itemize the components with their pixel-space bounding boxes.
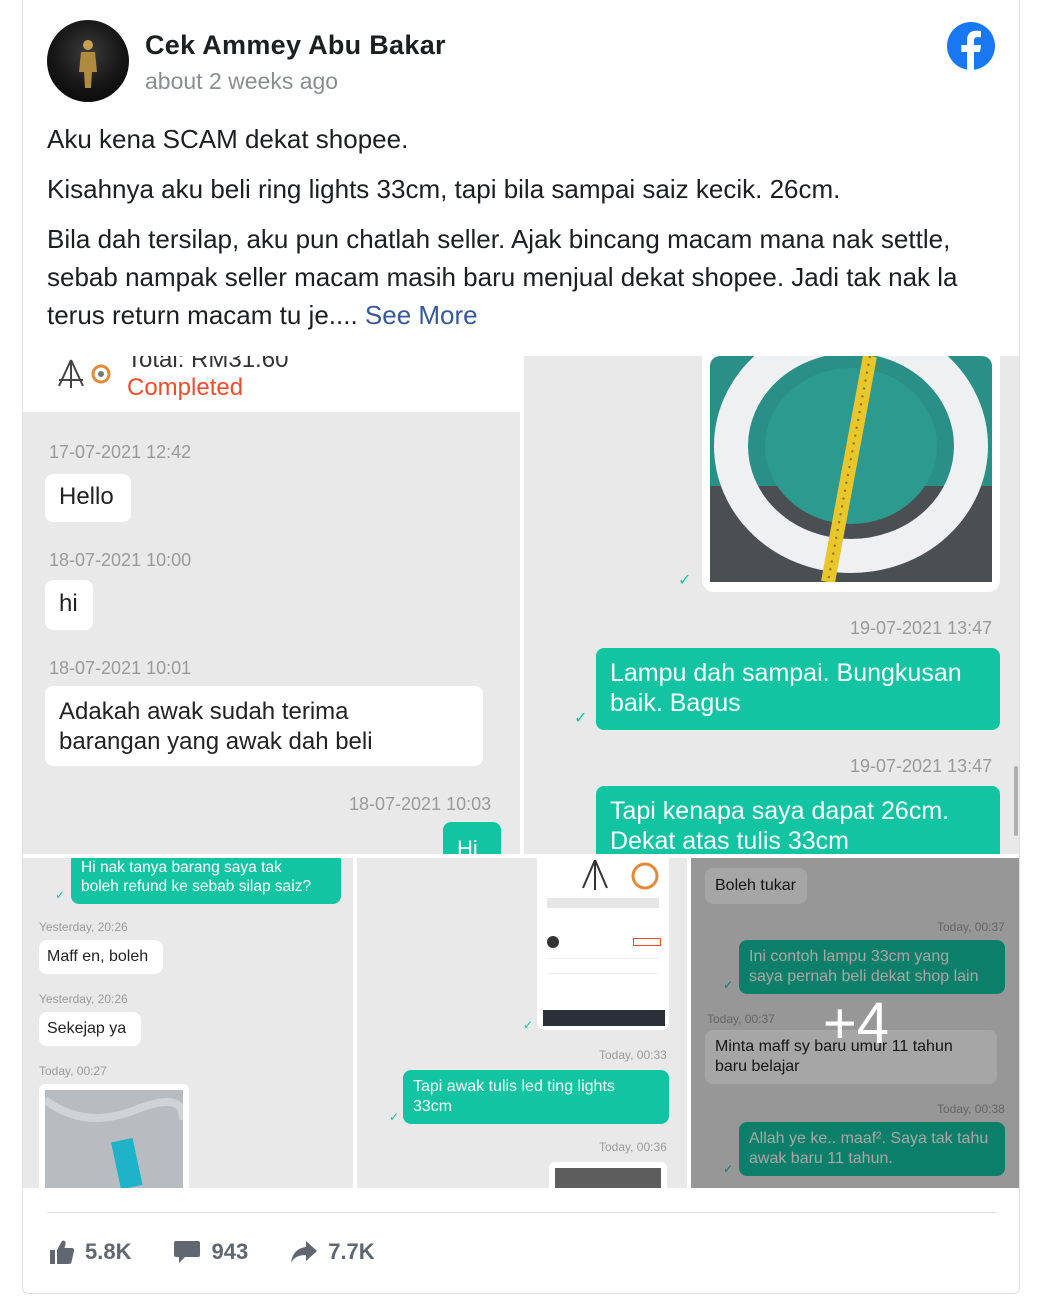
author-name[interactable]: Cek Ammey Abu Bakar (145, 30, 446, 61)
like-button[interactable]: 5.8K (49, 1239, 131, 1265)
post-paragraph: Bila dah tersilap, aku pun chatlah selle… (47, 220, 997, 334)
check-icon: ✓ (678, 572, 692, 589)
check-icon: ✓ (55, 888, 66, 902)
chat-bubble-line: baik. Bagus (610, 689, 741, 717)
chat-bubble: Hello (45, 474, 131, 522)
facebook-icon[interactable] (947, 22, 995, 70)
chat-timestamp: Today, 00:33 (599, 1048, 667, 1062)
chat-bubble-sent: Hi nak tanya barang saya tak boleh refun… (71, 858, 341, 904)
chat-bubble: Maff en, boleh (39, 940, 163, 974)
ring-light-icon (582, 859, 659, 890)
check-icon: ✓ (389, 1110, 400, 1124)
likes-count: 5.8K (85, 1239, 132, 1264)
chat-timestamp: 18-07-2021 10:01 (49, 658, 192, 678)
post-text: Aku kena SCAM dekat shopee. Kisahnya aku… (47, 120, 997, 346)
chat-timestamp: Yesterday, 20:26 (39, 992, 128, 1006)
see-more-link[interactable]: See More (365, 300, 478, 330)
engagement-bar: 5.8K 943 7.7K (49, 1232, 417, 1272)
post-header: Cek Ammey Abu Bakar about 2 weeks ago (47, 20, 997, 102)
facebook-post-card: Cek Ammey Abu Bakar about 2 weeks ago Ak… (22, 0, 1020, 1294)
share-button[interactable]: 7.7K (290, 1239, 375, 1265)
product-title-placeholder (547, 898, 659, 908)
shop-avatar (547, 936, 559, 948)
post-time[interactable]: about 2 weeks ago (145, 68, 338, 95)
comment-icon (174, 1241, 201, 1263)
chat-timestamp: 18-07-2021 10:00 (49, 550, 192, 570)
chat-timestamp: Yesterday, 20:26 (39, 920, 128, 934)
chat-bubble-line: Adakah awak sudah terima (59, 698, 349, 725)
post-paragraph: Aku kena SCAM dekat shopee. (47, 124, 409, 154)
chat-bubble-line: Dekat atas tulis 33cm (610, 827, 849, 854)
comments-count: 943 (211, 1239, 249, 1264)
photo-gallery: Total: RM31.60 Completed 17-07-2021 12:4… (23, 356, 1019, 1188)
post-paragraph: Kisahnya aku beli ring lights 33cm, tapi… (47, 174, 841, 204)
chat-bubble-line: 33cm (413, 1098, 453, 1115)
view-shop-button[interactable] (633, 938, 661, 946)
avatar[interactable] (47, 20, 129, 102)
check-icon: ✓ (574, 710, 588, 727)
chat-timestamp: 18-07-2021 10:03 (349, 794, 492, 814)
product-footer-bar (543, 1010, 665, 1026)
photo-chat-screenshot-3[interactable]: Hi nak tanya barang saya tak boleh refun… (23, 858, 353, 1188)
image-preview (555, 1168, 661, 1188)
photo-chat-screenshot-4[interactable]: ✓ Today, 00:33 Tapi awak tulis led ting … (357, 858, 687, 1188)
shares-count: 7.7K (328, 1239, 375, 1264)
post-paragraph-text: Bila dah tersilap, aku pun chatlah selle… (47, 224, 958, 330)
chat-timestamp: 17-07-2021 12:42 (49, 442, 192, 462)
ring-light-photo (710, 356, 992, 582)
chat-bubble-sent: Hi (443, 822, 501, 854)
order-total: Total: RM31.60 (127, 356, 289, 373)
chat-bubble-line: Lampu dah sampai. Bungkusan (610, 659, 962, 687)
chat-bubble-sent: Lampu dah sampai. Bungkusan baik. Bagus (596, 648, 1000, 730)
stats-divider (47, 1212, 997, 1213)
box-photo (45, 1090, 183, 1188)
photo-chat-screenshot-1[interactable]: Total: RM31.60 Completed 17-07-2021 12:4… (23, 356, 520, 854)
photo-chat-screenshot-2[interactable]: ✓ 19-07-2021 13:47 Lampu dah sampai. Bun… (524, 356, 1019, 854)
chat-timestamp: Today, 00:36 (599, 1140, 667, 1154)
shop-stats-row (547, 958, 659, 974)
comment-button[interactable]: 943 (173, 1239, 248, 1265)
chat-bubble: hi (45, 580, 93, 630)
ring-light-icon (58, 359, 111, 388)
chat-bubble: Adakah awak sudah terima barangan yang a… (45, 686, 483, 766)
chat-bubble-line: Hi nak tanya barang saya tak (81, 859, 282, 876)
more-photos-count[interactable]: +4 (691, 990, 1019, 1057)
share-icon (291, 1241, 318, 1263)
chat-bubble-sent: Tapi awak tulis led ting lights 33cm (403, 1070, 669, 1124)
order-status: Completed (127, 374, 244, 401)
check-icon: ✓ (523, 1018, 534, 1032)
scrollbar[interactable] (1014, 766, 1018, 836)
like-icon (50, 1240, 75, 1264)
chat-timestamp: Today, 00:27 (39, 1064, 107, 1078)
avatar-figure (79, 40, 97, 88)
chat-bubble-line: Tapi awak tulis led ting lights (413, 1078, 615, 1095)
chat-bubble: Sekejap ya (39, 1012, 141, 1046)
chat-timestamp: 19-07-2021 13:47 (850, 618, 993, 638)
chat-bubble-line: boleh refund ke sebab silap saiz? (81, 878, 312, 895)
photo-chat-screenshot-5[interactable]: Boleh tukar Today, 00:37 Ini contoh lamp… (691, 858, 1019, 1188)
chat-bubble-line: Tapi kenapa saya dapat 26cm. (610, 797, 950, 825)
chat-bubble-line: barangan yang awak dah beli (59, 728, 373, 755)
chat-timestamp: 19-07-2021 13:47 (850, 756, 993, 776)
chat-bubble-sent: Tapi kenapa saya dapat 26cm. Dekat atas … (596, 786, 1000, 854)
